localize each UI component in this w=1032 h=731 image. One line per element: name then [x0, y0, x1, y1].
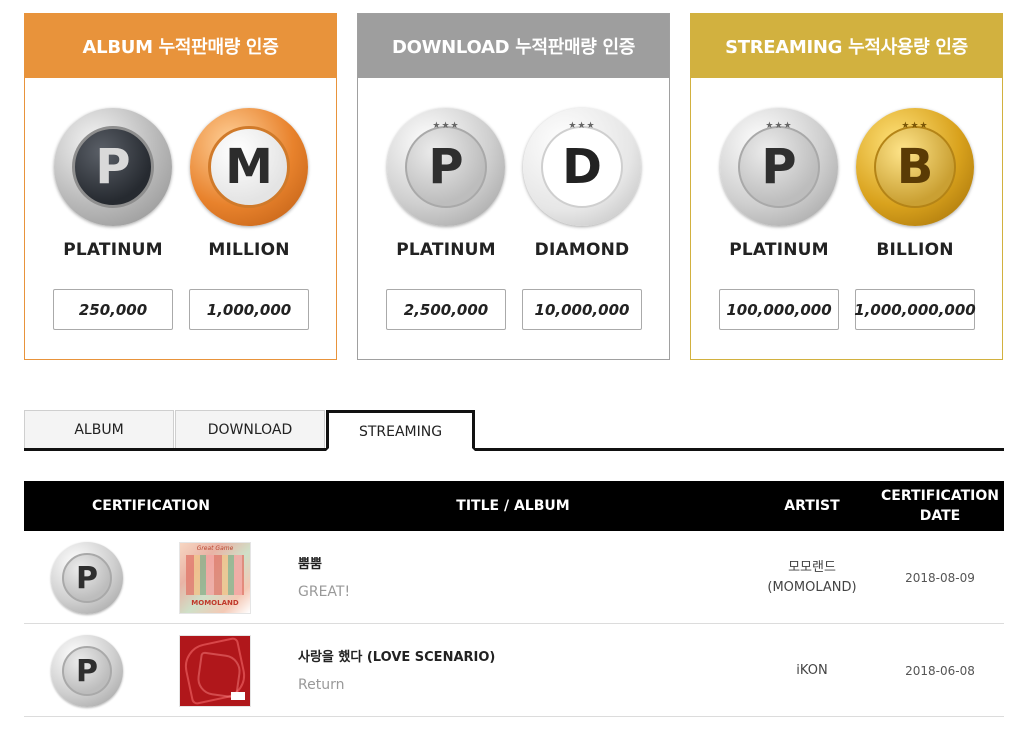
cover-text: MOMOLAND [191, 599, 239, 607]
certification-table: CERTIFICATION TITLE / ALBUM ARTIST CERTI… [24, 481, 1004, 717]
album-platinum-medal-column: P PLATINUM [53, 108, 173, 260]
threshold-value: 1,000,000 [189, 289, 309, 330]
streaming-platinum-medal-column: ★★★ P PLATINUM [719, 108, 839, 260]
million-medal-icon: M [190, 108, 308, 226]
medal-letter: D [541, 126, 623, 208]
album-cover-image[interactable]: Great Game MOMOLAND [179, 542, 251, 614]
threshold-value: 2,500,000 [386, 289, 506, 330]
album-cover-image[interactable] [179, 635, 251, 707]
song-title[interactable]: 사랑을 했다 (LOVE SCENARIO) [298, 646, 495, 665]
category-tabs: ALBUM DOWNLOAD STREAMING [24, 410, 1004, 451]
medal-letter: P [62, 646, 112, 696]
download-certification-card: DOWNLOAD 누적판매량 인증 ★★★ P PLATINUM ★★★ D D… [357, 13, 670, 360]
platinum-medal-icon: ★★★ P [720, 108, 838, 226]
threshold-value: 100,000,000 [719, 289, 839, 330]
streaming-certification-card: STREAMING 누적사용량 인증 ★★★ P PLATINUM ★★★ B … [690, 13, 1003, 360]
album-million-medal-column: M MILLION [189, 108, 309, 260]
album-card-title: ALBUM 누적판매량 인증 [25, 14, 336, 78]
column-header-certification: CERTIFICATION [92, 498, 210, 514]
certification-date: 2018-08-09 [905, 570, 975, 585]
song-title[interactable]: 뿜뿜 [298, 553, 322, 572]
cover-text-top: Great Game [196, 545, 234, 552]
medal-label: BILLION [876, 240, 954, 260]
album-certification-card: ALBUM 누적판매량 인증 P PLATINUM M MILLION 250,… [24, 13, 337, 360]
medal-label: PLATINUM [396, 240, 496, 260]
certification-cards: ALBUM 누적판매량 인증 P PLATINUM M MILLION 250,… [24, 13, 1004, 360]
download-diamond-medal-column: ★★★ D DIAMOND [522, 108, 642, 260]
tab-streaming[interactable]: STREAMING [326, 410, 475, 451]
certification-date: 2018-06-08 [905, 663, 975, 678]
streaming-billion-medal-column: ★★★ B BILLION [855, 108, 975, 260]
album-name: Return [298, 677, 345, 693]
platinum-medal-icon: ★★★ P [387, 108, 505, 226]
artist-name: 모모랜드 (MOMOLAND) [767, 559, 857, 595]
download-platinum-medal-column: ★★★ P PLATINUM [386, 108, 506, 260]
medal-letter: P [738, 126, 820, 208]
table-row[interactable]: P 사랑을 했다 (LOVE SCENARIO) Return iKON 201… [24, 624, 1004, 717]
medal-letter: B [874, 126, 956, 208]
column-header-artist: ARTIST [784, 498, 840, 514]
column-header-title-album: TITLE / ALBUM [456, 498, 570, 514]
tab-album[interactable]: ALBUM [24, 410, 174, 448]
platinum-medal-icon: P [51, 542, 123, 614]
platinum-medal-icon: P [51, 635, 123, 707]
tab-baseline [24, 448, 1004, 451]
diamond-medal-icon: ★★★ D [523, 108, 641, 226]
tab-download[interactable]: DOWNLOAD [175, 410, 325, 448]
medal-label: MILLION [208, 240, 290, 260]
artist-name: iKON [796, 662, 828, 678]
medal-letter: P [62, 553, 112, 603]
medal-letter: P [72, 126, 154, 208]
medal-label: PLATINUM [729, 240, 829, 260]
album-name: GREAT! [298, 584, 351, 600]
threshold-value: 250,000 [53, 289, 173, 330]
table-header: CERTIFICATION TITLE / ALBUM ARTIST CERTI… [24, 481, 1004, 531]
medal-label: DIAMOND [534, 240, 630, 260]
streaming-card-title: STREAMING 누적사용량 인증 [691, 14, 1002, 78]
platinum-medal-icon: P [54, 108, 172, 226]
medal-letter: M [208, 126, 290, 208]
column-header-certification-date: CERTIFICATION DATE [881, 488, 999, 524]
threshold-value: 10,000,000 [522, 289, 642, 330]
medal-letter: P [405, 126, 487, 208]
medal-label: PLATINUM [63, 240, 163, 260]
threshold-value: 1,000,000,000 [854, 289, 976, 330]
table-row[interactable]: P Great Game MOMOLAND 뿜뿜 GREAT! 모모랜드 (MO… [24, 531, 1004, 624]
billion-medal-icon: ★★★ B [856, 108, 974, 226]
download-card-title: DOWNLOAD 누적판매량 인증 [358, 14, 669, 78]
